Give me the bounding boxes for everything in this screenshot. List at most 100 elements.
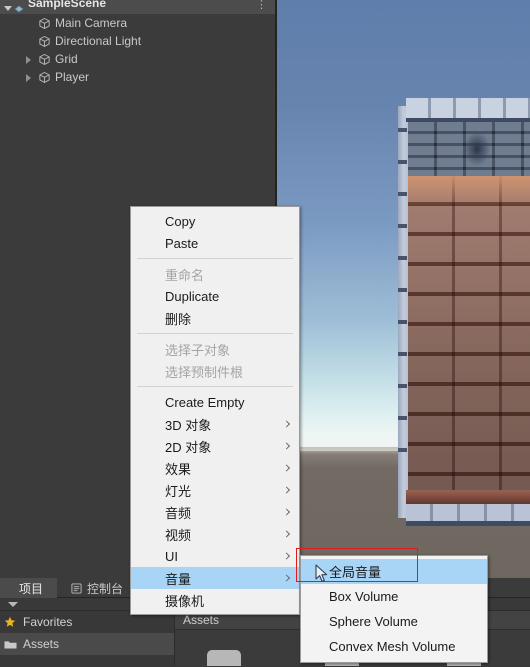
context-menu-item-label: 效果 bbox=[165, 461, 192, 477]
gameobject-cube-icon bbox=[38, 17, 51, 30]
building-brick-shading bbox=[408, 176, 530, 494]
building-notch bbox=[398, 288, 407, 292]
context-menu-item-ui[interactable]: UI bbox=[131, 545, 299, 567]
chevron-down-icon[interactable] bbox=[4, 6, 12, 11]
hierarchy-item-directional-light[interactable]: Directional Light bbox=[0, 32, 275, 50]
submenu-item-label: Box Volume bbox=[329, 589, 399, 604]
building-notch bbox=[398, 448, 407, 452]
tab-label: 项目 bbox=[19, 581, 44, 596]
context-menu-item-label: 视频 bbox=[165, 527, 192, 543]
building-stone-band bbox=[408, 122, 530, 176]
hierarchy-item-main-camera[interactable]: Main Camera bbox=[0, 14, 275, 32]
project-tree-item-assets[interactable]: Assets bbox=[0, 633, 174, 655]
scene-icon bbox=[14, 1, 24, 13]
building-ledge bbox=[406, 490, 530, 504]
context-menu-item-label: Create Empty bbox=[165, 394, 245, 410]
expand-arrow-icon[interactable] bbox=[26, 74, 31, 82]
context-menu-item-camera[interactable]: 摄像机 bbox=[131, 589, 299, 611]
chevron-down-icon[interactable] bbox=[8, 602, 18, 607]
building-notch bbox=[398, 160, 407, 164]
submenu-item-convex-mesh-volume[interactable]: Convex Mesh Volume bbox=[301, 634, 487, 659]
chevron-right-icon bbox=[282, 442, 291, 450]
tab-console[interactable]: 控制台 bbox=[57, 578, 137, 598]
context-menu-item-label: 删除 bbox=[165, 311, 192, 327]
star-icon bbox=[4, 616, 18, 628]
submenu-item-label: 全局音量 bbox=[329, 565, 382, 580]
context-menu-item-label: 3D 对象 bbox=[165, 417, 212, 433]
hierarchy-item-player[interactable]: Player bbox=[0, 68, 275, 86]
submenu-item-box-volume[interactable]: Box Volume bbox=[301, 584, 487, 609]
submenu-item-sphere-volume[interactable]: Sphere Volume bbox=[301, 609, 487, 634]
hierarchy-tree[interactable]: Main Camera Directional Light Grid Playe… bbox=[0, 14, 275, 86]
asset-thumbnail[interactable] bbox=[207, 650, 241, 666]
context-menu-item-label: 重命名 bbox=[165, 267, 205, 283]
building-notch bbox=[398, 128, 407, 132]
context-menu-separator bbox=[137, 258, 293, 259]
project-tree[interactable]: Favorites Assets bbox=[0, 611, 175, 666]
context-menu-item-copy[interactable]: Copy bbox=[131, 210, 299, 232]
gameobject-cube-icon bbox=[38, 53, 51, 66]
kebab-menu-icon[interactable]: ⋮ bbox=[256, 0, 267, 11]
tab-project[interactable]: 项目 bbox=[0, 578, 58, 598]
chevron-right-icon bbox=[282, 530, 291, 538]
hierarchy-scene-header[interactable]: SampleScene ⋮ bbox=[0, 0, 275, 14]
tab-label: 控制台 bbox=[87, 581, 124, 596]
context-menu-item-label: Copy bbox=[165, 213, 196, 229]
building-notch bbox=[398, 320, 407, 324]
chevron-right-icon bbox=[282, 420, 291, 428]
context-menu-item-create-empty[interactable]: Create Empty bbox=[131, 391, 299, 413]
context-menu-separator bbox=[137, 333, 293, 334]
project-tree-label: Assets bbox=[23, 637, 60, 651]
context-menu-item-rename: 重命名 bbox=[131, 263, 299, 285]
context-menu-item-label: Paste bbox=[165, 235, 199, 251]
building-roof-blocks bbox=[406, 98, 530, 122]
context-menu-item-effects[interactable]: 效果 bbox=[131, 457, 299, 479]
hierarchy-item-label: Directional Light bbox=[55, 34, 142, 48]
chevron-right-icon bbox=[282, 508, 291, 516]
console-icon bbox=[71, 582, 82, 594]
context-menu-item-label: 选择子对象 bbox=[165, 342, 231, 358]
project-tree-label: Favorites bbox=[23, 615, 73, 629]
context-menu-item-paste[interactable]: Paste bbox=[131, 232, 299, 254]
context-menu-item-label: 选择预制件根 bbox=[165, 364, 244, 380]
context-menu-separator bbox=[137, 386, 293, 387]
context-menu-item-label: 2D 对象 bbox=[165, 439, 212, 455]
chevron-right-icon bbox=[282, 574, 291, 582]
context-menu-item-volume[interactable]: 音量 bbox=[131, 567, 299, 589]
chevron-right-icon bbox=[282, 486, 291, 494]
chevron-right-icon bbox=[282, 552, 291, 560]
submenu-item-label: Sphere Volume bbox=[329, 614, 418, 629]
hierarchy-context-menu[interactable]: Copy Paste 重命名 Duplicate 删除 选择子对象 选择预制件根… bbox=[130, 206, 300, 615]
scene-name-label: SampleScene bbox=[28, 0, 107, 10]
context-menu-item-audio[interactable]: 音频 bbox=[131, 501, 299, 523]
hierarchy-item-grid[interactable]: Grid bbox=[0, 50, 275, 68]
scene-building-object[interactable] bbox=[398, 98, 530, 526]
unity-editor-window: SampleScene ⋮ Main Camera Directional Li… bbox=[0, 0, 530, 667]
context-menu-item-light[interactable]: 灯光 bbox=[131, 479, 299, 501]
submenu-item-label: Convex Mesh Volume bbox=[329, 639, 456, 654]
context-menu-item-3d-object[interactable]: 3D 对象 bbox=[131, 413, 299, 435]
folder-icon bbox=[4, 639, 18, 650]
gameobject-cube-icon bbox=[38, 35, 51, 48]
building-notch bbox=[398, 224, 407, 228]
context-menu-item-duplicate[interactable]: Duplicate bbox=[131, 285, 299, 307]
gameobject-cube-icon bbox=[38, 71, 51, 84]
context-menu-item-2d-object[interactable]: 2D 对象 bbox=[131, 435, 299, 457]
expand-arrow-icon[interactable] bbox=[26, 56, 31, 64]
context-menu-item-label: Duplicate bbox=[165, 288, 220, 304]
hierarchy-item-label: Player bbox=[55, 70, 90, 84]
chevron-right-icon bbox=[282, 464, 291, 472]
building-notch bbox=[398, 416, 407, 420]
scene-view[interactable] bbox=[277, 0, 530, 589]
context-menu-item-label: 摄像机 bbox=[165, 593, 205, 609]
volume-submenu[interactable]: 全局音量 Box Volume Sphere Volume Convex Mes… bbox=[300, 555, 488, 663]
building-notch bbox=[398, 256, 407, 260]
building-base-blocks bbox=[406, 504, 530, 526]
context-menu-item-select-prefab-root: 选择预制件根 bbox=[131, 360, 299, 382]
context-menu-item-label: UI bbox=[165, 548, 178, 564]
hierarchy-item-label: Grid bbox=[55, 52, 78, 66]
context-menu-item-delete[interactable]: 删除 bbox=[131, 307, 299, 329]
context-menu-item-video[interactable]: 视频 bbox=[131, 523, 299, 545]
hierarchy-item-label: Main Camera bbox=[55, 16, 128, 30]
submenu-item-global-volume[interactable]: 全局音量 bbox=[301, 559, 487, 584]
